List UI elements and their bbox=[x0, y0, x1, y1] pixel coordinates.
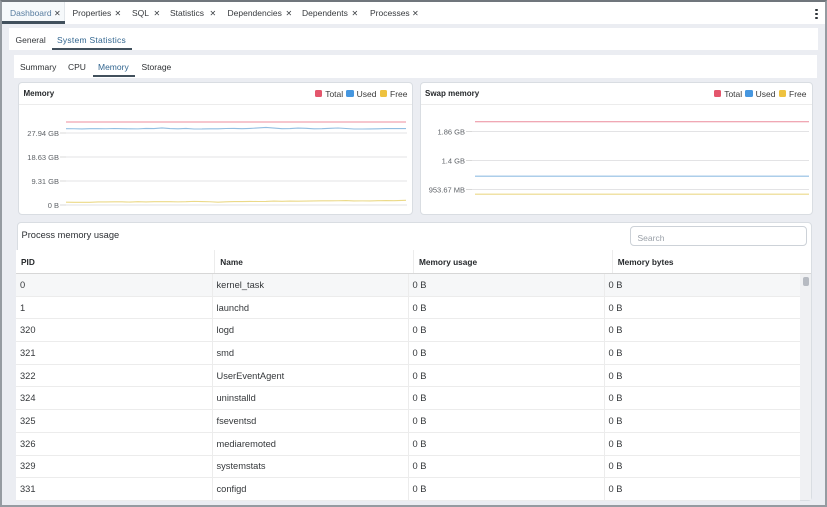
svg-text:0 B: 0 B bbox=[48, 201, 59, 210]
svg-text:18.63 GB: 18.63 GB bbox=[27, 153, 59, 162]
svg-text:1.4 GB: 1.4 GB bbox=[442, 157, 465, 166]
svg-text:9.31 GB: 9.31 GB bbox=[31, 177, 59, 186]
svg-text:1.86 GB: 1.86 GB bbox=[437, 128, 465, 137]
svg-text:27.94 GB: 27.94 GB bbox=[27, 129, 59, 138]
svg-text:953.67 MB: 953.67 MB bbox=[429, 186, 465, 195]
